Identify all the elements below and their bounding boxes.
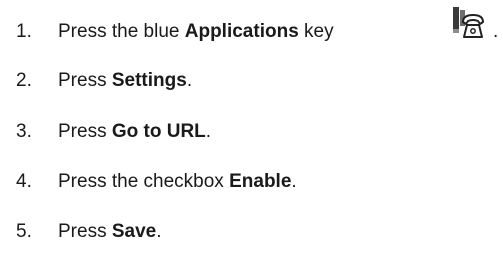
step-number: 4.: [16, 171, 32, 192]
step-keyword: Settings: [111, 70, 187, 91]
step-5: 5. Press Save.: [16, 217, 162, 247]
step-keyword: Go to URL: [111, 121, 206, 142]
step-number: 5.: [16, 221, 32, 242]
applications-key-icon: [453, 7, 484, 38]
step-1: 1. Press the blue Applications key: [16, 17, 334, 47]
step-text: key: [298, 21, 334, 42]
step-3: 3. Press Go to URL.: [16, 117, 211, 147]
step-text: .: [291, 171, 297, 192]
step-text: Press: [58, 70, 112, 91]
step-4: 4. Press the checkbox Enable.: [16, 167, 297, 197]
step-keyword: Applications: [184, 21, 299, 42]
step-1-trailing-period: .: [493, 21, 499, 42]
step-text: Press: [58, 121, 112, 142]
step-text: .: [156, 221, 162, 242]
step-2: 2. Press Settings.: [16, 66, 192, 96]
instruction-list: 1. Press the blue Applications key . 2. Pr…: [0, 0, 503, 258]
step-keyword: Save: [111, 221, 157, 242]
step-keyword: Enable: [229, 171, 292, 192]
step-text: Press the checkbox: [58, 171, 230, 192]
step-text: Press: [58, 221, 112, 242]
step-text: Press the blue: [58, 21, 185, 42]
step-number: 1.: [16, 21, 32, 42]
step-text: .: [186, 70, 193, 91]
step-number: 2.: [16, 70, 32, 91]
step-number: 3.: [16, 121, 32, 142]
step-text: .: [205, 121, 212, 142]
